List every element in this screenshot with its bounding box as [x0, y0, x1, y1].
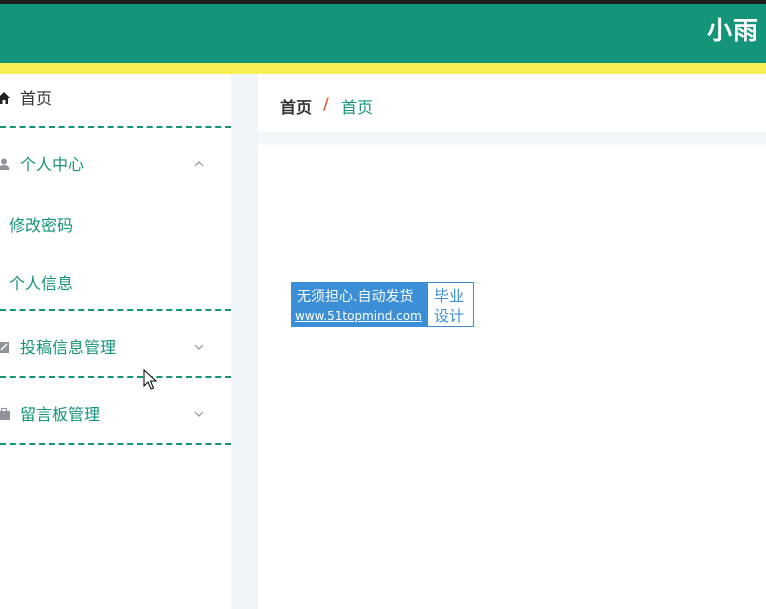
user-icon — [0, 156, 11, 170]
sidebar-divider — [0, 376, 231, 378]
sidebar: 首页 个人中心 修改密码 个人信息 投稿信息管理 留言板管理 — [0, 74, 231, 609]
watermark-tag-top: 毕业 — [434, 287, 465, 305]
breadcrumb-separator: / — [323, 94, 329, 113]
app-header: 小雨 — [0, 4, 766, 63]
breadcrumb-current: 首页 — [341, 98, 374, 117]
submenu-item-label: 个人信息 — [9, 274, 74, 293]
watermark-left-panel: 无须担心.自动发货 www.51topmind.com — [292, 283, 427, 326]
submenu-item-label: 修改密码 — [9, 216, 74, 235]
sidebar-item-label: 投稿信息管理 — [20, 338, 117, 357]
sidebar-gutter — [231, 74, 258, 609]
sidebar-item-home[interactable]: 首页 — [0, 80, 231, 114]
chevron-down-icon — [192, 339, 206, 353]
chevron-up-icon — [192, 156, 206, 170]
sidebar-item-submission-management[interactable]: 投稿信息管理 — [0, 329, 231, 363]
sidebar-divider — [0, 309, 231, 311]
mouse-pointer-icon — [143, 368, 158, 391]
main-content — [258, 145, 766, 609]
sidebar-item-personal-center[interactable]: 个人中心 — [0, 146, 231, 180]
breadcrumb: 首页 / 首页 — [258, 74, 766, 132]
header-accent-bar — [0, 63, 766, 74]
sidebar-divider — [0, 126, 231, 128]
sidebar-divider — [0, 443, 231, 445]
sidebar-item-message-board[interactable]: 留言板管理 — [0, 396, 231, 430]
edit-icon — [0, 339, 11, 353]
watermark-badge: 无须担心.自动发货 www.51topmind.com 毕业 设计 — [291, 282, 474, 327]
watermark-tag-bottom: 设计 — [434, 307, 465, 325]
submenu-item-personal-info[interactable]: 个人信息 — [0, 263, 231, 297]
breadcrumb-home-link[interactable]: 首页 — [280, 94, 312, 118]
watermark-right-panel: 毕业 设计 — [428, 283, 473, 326]
chevron-down-icon — [192, 406, 206, 420]
watermark-slogan: 无须担心.自动发货 — [297, 289, 414, 305]
briefcase-icon — [0, 406, 11, 420]
sidebar-item-label: 首页 — [20, 89, 53, 108]
watermark-url: www.51topmind.com — [295, 309, 422, 323]
submenu-item-change-password[interactable]: 修改密码 — [0, 205, 231, 239]
sidebar-item-label: 个人中心 — [20, 155, 85, 174]
app-title: 小雨 — [707, 16, 760, 45]
home-icon — [0, 90, 11, 104]
sidebar-item-label: 留言板管理 — [20, 405, 101, 424]
